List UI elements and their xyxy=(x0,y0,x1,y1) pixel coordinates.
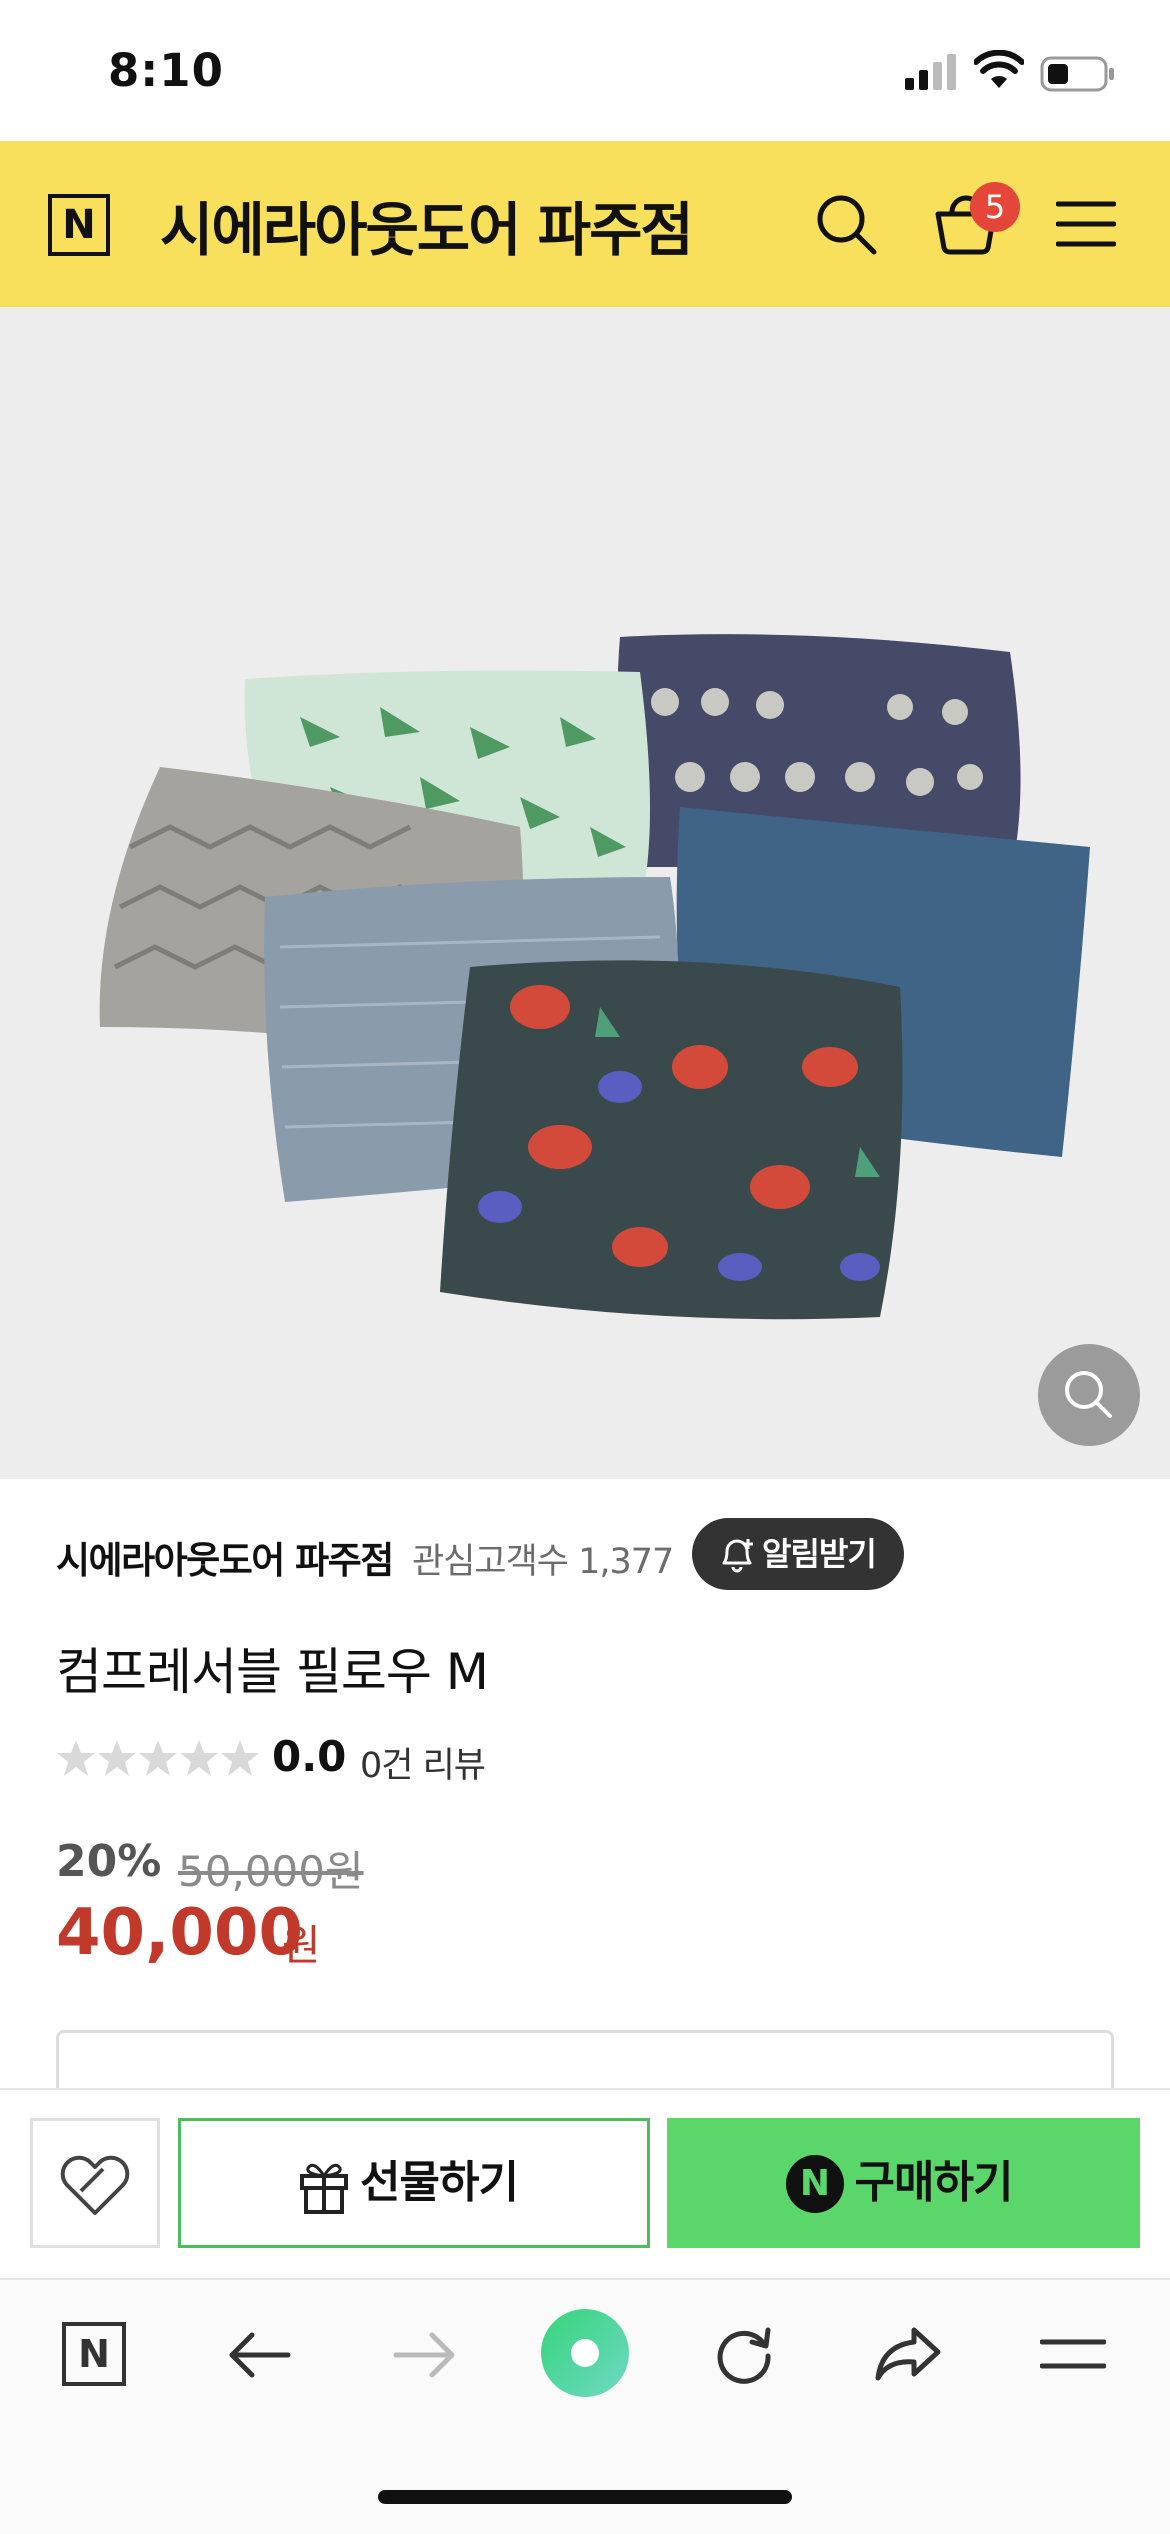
green-dot-icon[interactable] xyxy=(540,2308,630,2398)
store-title[interactable]: 시에라아웃도어 파주점 xyxy=(160,183,694,267)
wishlist-button[interactable] xyxy=(30,2118,160,2248)
rating-value: 0.0 xyxy=(272,1732,347,1781)
bell-icon xyxy=(722,1539,753,1573)
product-image[interactable] xyxy=(0,307,1170,1479)
zoom-icon xyxy=(1065,1371,1112,1418)
wifi-icon xyxy=(974,50,1024,88)
home-button[interactable]: N xyxy=(62,2322,126,2386)
search-icon[interactable] xyxy=(814,192,878,256)
rating-stars xyxy=(57,1740,259,1776)
battery-icon xyxy=(1040,56,1114,92)
gift-icon xyxy=(300,2163,348,2214)
discount-rate: 20% xyxy=(56,1836,162,1887)
signal-icon xyxy=(905,54,956,90)
interest-count: 관심고객수 1,377 xyxy=(412,1542,674,1582)
menu-icon[interactable] xyxy=(1056,200,1116,248)
status-time: 8:10 xyxy=(108,44,224,97)
gift-button[interactable]: 선물하기 xyxy=(178,2118,650,2248)
zoom-button[interactable] xyxy=(1038,1344,1140,1446)
naver-logo-button[interactable]: N xyxy=(48,194,110,256)
share-icon[interactable] xyxy=(874,2326,942,2382)
sale-price-unit: 원 xyxy=(282,1921,321,1970)
heart-icon xyxy=(60,2155,130,2215)
original-price: 50,000원 xyxy=(178,1847,364,1896)
cart-count-badge: 5 xyxy=(970,182,1020,232)
forward-arrow-icon[interactable] xyxy=(392,2330,456,2380)
pillows-illustration xyxy=(99,634,1090,1320)
store-name[interactable]: 시에라아웃도어 파주점 xyxy=(56,1530,394,1584)
sale-price: 40,000 xyxy=(56,1896,303,1970)
menu-lines-icon[interactable] xyxy=(1040,2336,1106,2372)
product-name: 컴프레서블 필로우 M xyxy=(56,1643,489,1701)
naverpay-icon: N xyxy=(786,2155,844,2213)
back-arrow-icon[interactable] xyxy=(228,2330,292,2380)
refresh-icon[interactable] xyxy=(712,2322,776,2386)
buy-button[interactable]: 구매하기 xyxy=(667,2118,1140,2248)
home-indicator xyxy=(378,2490,792,2504)
review-count[interactable]: 0건 리뷰 xyxy=(360,1737,486,1788)
